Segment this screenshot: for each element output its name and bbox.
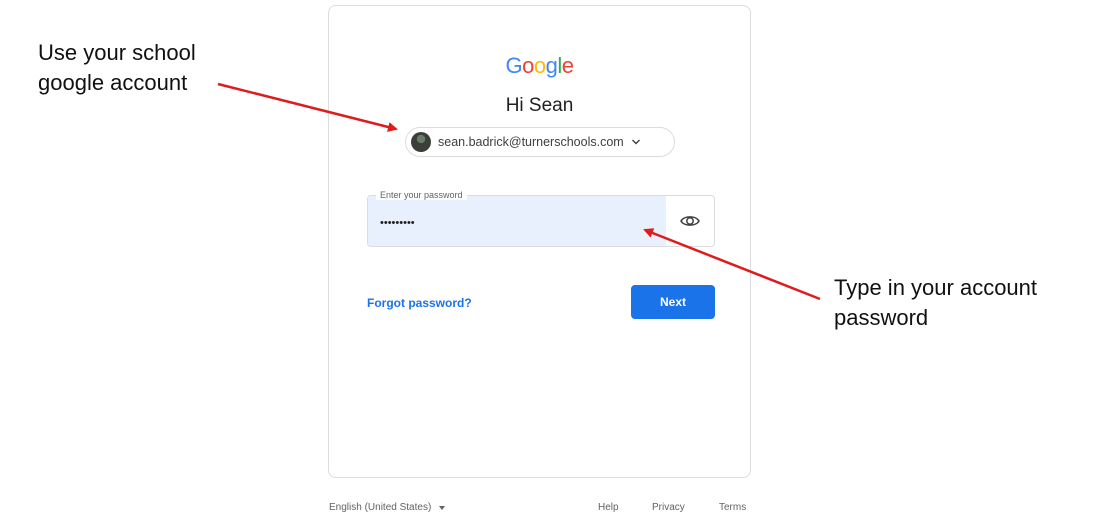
- annotation-left-line1: Use your school: [38, 40, 196, 65]
- logo-letter: o: [522, 53, 534, 78]
- footer-terms-link[interactable]: Terms: [719, 502, 746, 513]
- stage: Use your school google account Type in y…: [0, 0, 1100, 515]
- account-chooser-chip[interactable]: sean.badrick@turnerschools.com: [405, 127, 675, 157]
- password-field-label: Enter your password: [376, 190, 467, 200]
- footer-help-link[interactable]: Help: [598, 502, 619, 513]
- logo-letter: e: [561, 53, 574, 78]
- annotation-left: Use your school google account: [38, 38, 196, 98]
- signin-card: Google Hi Sean sean.badrick@turnerschool…: [328, 5, 751, 478]
- google-logo: Google: [329, 53, 750, 79]
- logo-letter: o: [533, 53, 546, 78]
- next-button[interactable]: Next: [631, 285, 715, 319]
- logo-letter: g: [545, 53, 558, 78]
- caret-down-icon: [439, 505, 446, 510]
- password-input[interactable]: [378, 216, 652, 230]
- footer-privacy-link[interactable]: Privacy: [652, 502, 685, 513]
- account-email: sean.badrick@turnerschools.com: [438, 135, 624, 149]
- chevron-down-icon: [630, 136, 642, 148]
- annotation-right-line1: Type in your account: [834, 275, 1038, 300]
- greeting-heading: Hi Sean: [505, 95, 574, 116]
- annotation-right: Type in your account password: [834, 273, 1037, 333]
- forgot-password-link[interactable]: Forgot password?: [367, 296, 472, 310]
- language-label: English (United States): [329, 502, 432, 513]
- logo-letter: G: [505, 53, 523, 78]
- avatar: [411, 132, 431, 152]
- language-selector[interactable]: English (United States): [329, 502, 446, 513]
- password-field[interactable]: Enter your password: [367, 190, 715, 247]
- annotation-left-line2: google account: [38, 70, 188, 95]
- eye-icon[interactable]: [679, 211, 701, 231]
- annotation-right-line2: password: [834, 305, 929, 330]
